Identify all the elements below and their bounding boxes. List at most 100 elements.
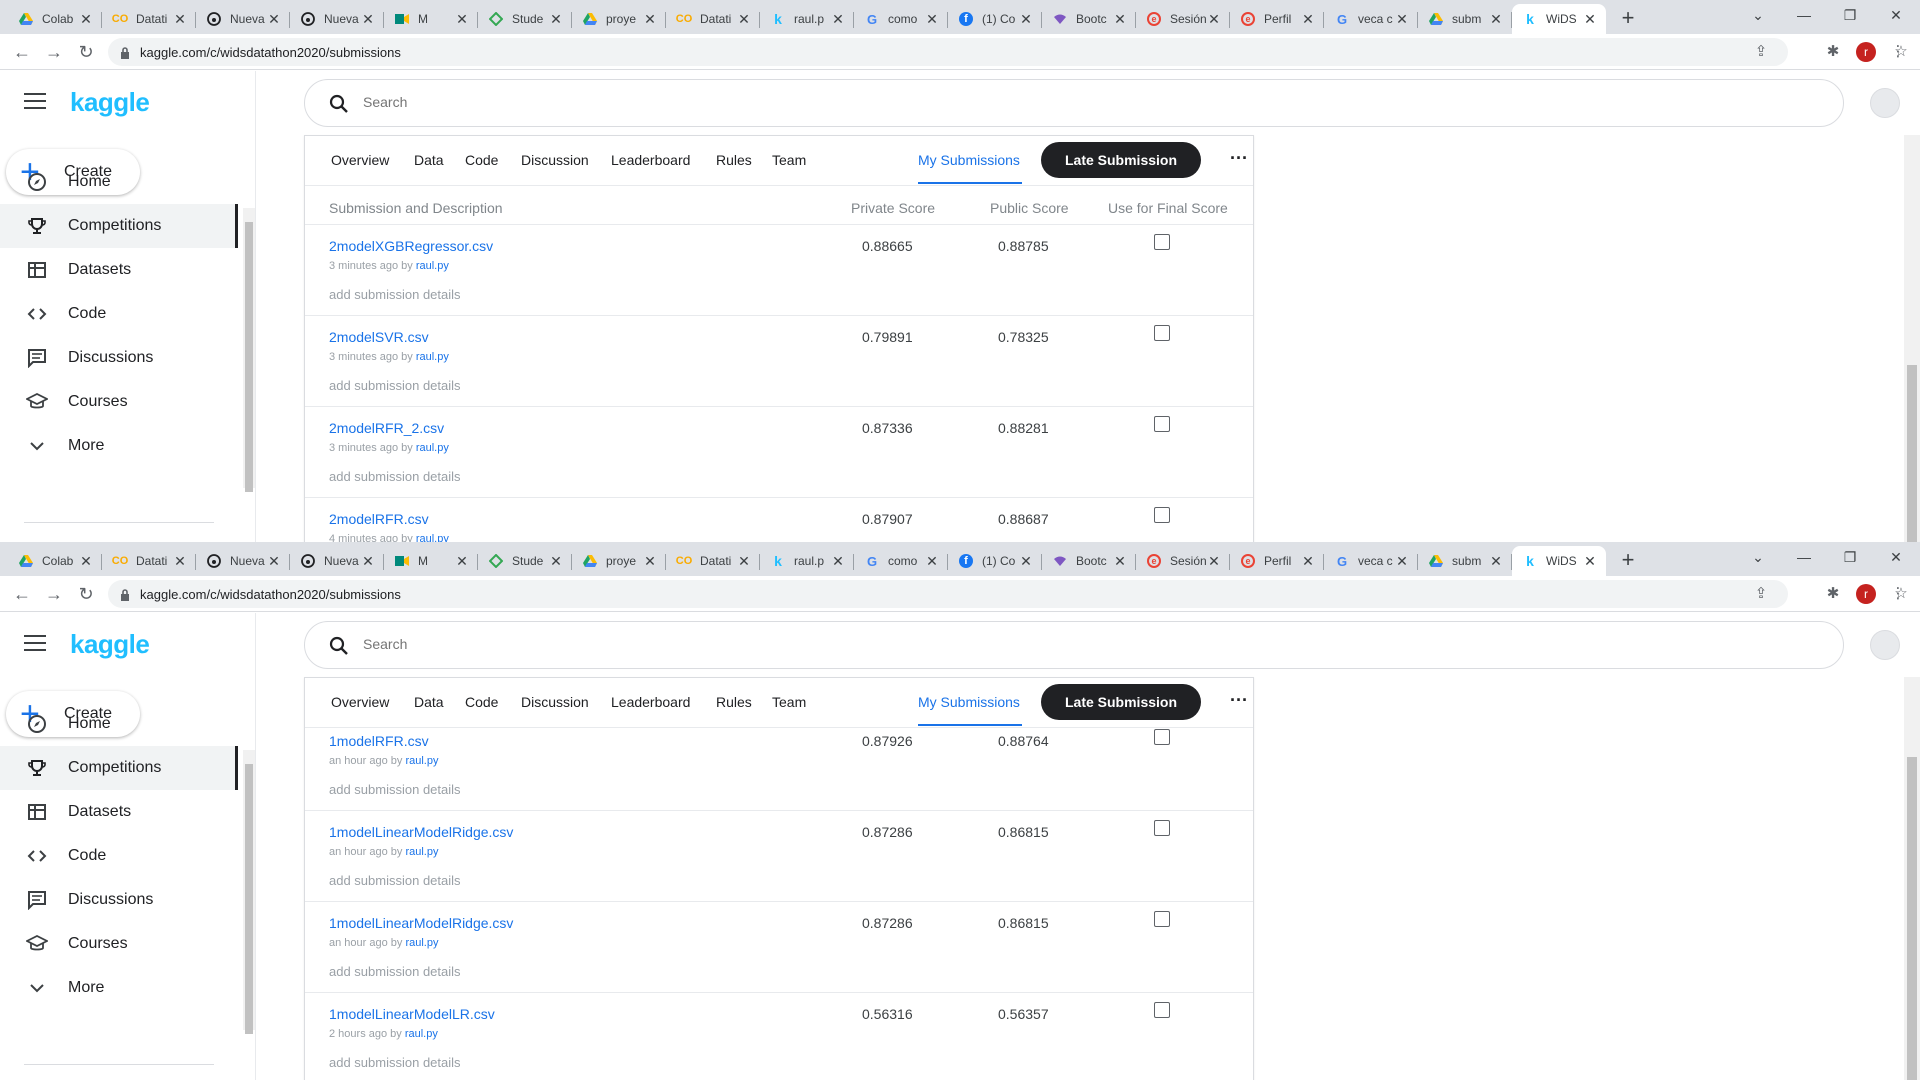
- close-tab-icon[interactable]: ✕: [172, 553, 188, 570]
- sidebar-item-courses[interactable]: Courses: [0, 922, 238, 966]
- add-details-link[interactable]: add submission details: [329, 782, 461, 797]
- sidebar-item-code[interactable]: Code: [0, 834, 238, 878]
- tab-data[interactable]: Data: [414, 694, 444, 710]
- close-tab-icon[interactable]: ✕: [1582, 553, 1598, 570]
- browser-tab[interactable]: e Perfil ✕: [1230, 546, 1324, 576]
- browser-tab[interactable]: Nueva ✕: [196, 546, 290, 576]
- search-input[interactable]: [363, 94, 963, 110]
- url-text[interactable]: kaggle.com/c/widsdatathon2020/submission…: [140, 587, 401, 602]
- browser-tab[interactable]: proye ✕: [572, 546, 666, 576]
- close-tab-icon[interactable]: ✕: [78, 553, 94, 570]
- tab-my-submissions[interactable]: My Submissions: [918, 152, 1020, 168]
- browser-tab[interactable]: Stude ✕: [478, 4, 572, 34]
- main-scrollbar[interactable]: [1904, 677, 1920, 1080]
- submission-user-link[interactable]: raul.py: [405, 846, 438, 858]
- close-tab-icon[interactable]: ✕: [924, 553, 940, 570]
- user-avatar[interactable]: [1870, 630, 1900, 660]
- close-tab-icon[interactable]: ✕: [548, 11, 564, 28]
- close-tab-icon[interactable]: ✕: [1112, 553, 1128, 570]
- profile-avatar[interactable]: r: [1856, 584, 1876, 604]
- browser-tab[interactable]: Gveca c ✕: [1324, 546, 1418, 576]
- close-tab-icon[interactable]: ✕: [1018, 553, 1034, 570]
- hamburger-menu-icon[interactable]: [24, 635, 46, 651]
- sidebar-item-code[interactable]: Code: [0, 292, 238, 336]
- lock-icon[interactable]: [120, 588, 130, 601]
- close-tab-icon[interactable]: ✕: [172, 11, 188, 28]
- close-tab-icon[interactable]: ✕: [642, 11, 658, 28]
- final-score-checkbox[interactable]: [1154, 729, 1170, 745]
- submission-user-link[interactable]: raul.py: [416, 260, 449, 272]
- submission-user-link[interactable]: raul.py: [416, 442, 449, 454]
- new-tab-button[interactable]: +: [1614, 546, 1642, 574]
- share-icon[interactable]: ⇪: [1752, 43, 1770, 61]
- sidebar-scrollbar[interactable]: [243, 208, 255, 492]
- submission-user-link[interactable]: raul.py: [416, 351, 449, 363]
- close-tab-icon[interactable]: ✕: [830, 553, 846, 570]
- final-score-checkbox[interactable]: [1154, 1002, 1170, 1018]
- browser-tab[interactable]: subm ✕: [1418, 546, 1512, 576]
- close-tab-icon[interactable]: ✕: [1488, 11, 1504, 28]
- close-tab-icon[interactable]: ✕: [830, 11, 846, 28]
- sidebar-scrollbar-thumb[interactable]: [245, 222, 253, 492]
- final-score-checkbox[interactable]: [1154, 820, 1170, 836]
- tab-rules[interactable]: Rules: [716, 152, 752, 168]
- close-tab-icon[interactable]: ✕: [78, 11, 94, 28]
- close-tab-icon[interactable]: ✕: [548, 553, 564, 570]
- browser-tab[interactable]: Nueva ✕: [290, 4, 384, 34]
- forward-icon[interactable]: →: [42, 40, 66, 64]
- close-tab-icon[interactable]: ✕: [1206, 553, 1222, 570]
- browser-tab[interactable]: Colab ✕: [8, 546, 102, 576]
- close-tab-icon[interactable]: ✕: [736, 553, 752, 570]
- share-icon[interactable]: ⇪: [1752, 585, 1770, 603]
- sidebar-item-home[interactable]: Home: [0, 160, 238, 204]
- browser-tab[interactable]: Nueva ✕: [196, 4, 290, 34]
- submission-user-link[interactable]: raul.py: [405, 937, 438, 949]
- sidebar-scrollbar-thumb[interactable]: [245, 764, 253, 1034]
- tab-code[interactable]: Code: [465, 694, 498, 710]
- browser-tab[interactable]: k raul.p ✕: [760, 4, 854, 34]
- close-tab-icon[interactable]: ✕: [1394, 11, 1410, 28]
- submission-file-link[interactable]: 2modelRFR_2.csv: [329, 420, 444, 436]
- close-window-icon[interactable]: ✕: [1873, 542, 1919, 572]
- submission-file-link[interactable]: 1modelRFR.csv: [329, 733, 429, 749]
- browser-tab[interactable]: f (1) Co ✕: [948, 4, 1042, 34]
- browser-tab[interactable]: Stude ✕: [478, 546, 572, 576]
- final-score-checkbox[interactable]: [1154, 416, 1170, 432]
- tab-code[interactable]: Code: [465, 152, 498, 168]
- submission-user-link[interactable]: raul.py: [405, 1028, 438, 1040]
- browser-tab[interactable]: e Sesión ✕: [1136, 4, 1230, 34]
- close-tab-icon[interactable]: ✕: [360, 553, 376, 570]
- close-tab-icon[interactable]: ✕: [1300, 553, 1316, 570]
- main-scrollbar-thumb[interactable]: [1907, 757, 1917, 1080]
- submission-file-link[interactable]: 1modelLinearModelRidge.csv: [329, 915, 513, 931]
- browser-tab[interactable]: CO Datati ✕: [666, 546, 760, 576]
- tab-discussion[interactable]: Discussion: [521, 694, 589, 710]
- sidebar-item-competitions[interactable]: Competitions: [0, 204, 238, 248]
- sidebar-item-competitions[interactable]: Competitions: [0, 746, 238, 790]
- browser-tab[interactable]: e Perfil ✕: [1230, 4, 1324, 34]
- sidebar-item-more[interactable]: More: [0, 966, 238, 1010]
- browser-tab[interactable]: e Sesión ✕: [1136, 546, 1230, 576]
- tab-search-icon[interactable]: ⌄: [1735, 542, 1781, 572]
- browser-tab[interactable]: Bootc ✕: [1042, 546, 1136, 576]
- close-tab-icon[interactable]: ✕: [454, 553, 470, 570]
- hamburger-menu-icon[interactable]: [24, 93, 46, 109]
- close-tab-icon[interactable]: ✕: [1018, 11, 1034, 28]
- main-scrollbar[interactable]: [1904, 135, 1920, 542]
- close-tab-icon[interactable]: ✕: [1394, 553, 1410, 570]
- sidebar-item-more[interactable]: More: [0, 424, 238, 468]
- close-tab-icon[interactable]: ✕: [1488, 553, 1504, 570]
- main-scrollbar-thumb[interactable]: [1907, 365, 1917, 542]
- forward-icon[interactable]: →: [42, 582, 66, 606]
- final-score-checkbox[interactable]: [1154, 507, 1170, 523]
- browser-menu-icon[interactable]: ⋮: [1888, 584, 1908, 604]
- browser-tab[interactable]: Colab ✕: [8, 4, 102, 34]
- browser-tab[interactable]: CO Datati ✕: [666, 4, 760, 34]
- browser-menu-icon[interactable]: ⋮: [1888, 42, 1908, 62]
- close-tab-icon[interactable]: ✕: [1300, 11, 1316, 28]
- minimize-icon[interactable]: —: [1781, 542, 1827, 572]
- tab-team[interactable]: Team: [772, 694, 806, 710]
- browser-tab[interactable]: Nueva ✕: [290, 546, 384, 576]
- back-icon[interactable]: ←: [10, 582, 34, 606]
- submission-user-link[interactable]: raul.py: [416, 533, 449, 542]
